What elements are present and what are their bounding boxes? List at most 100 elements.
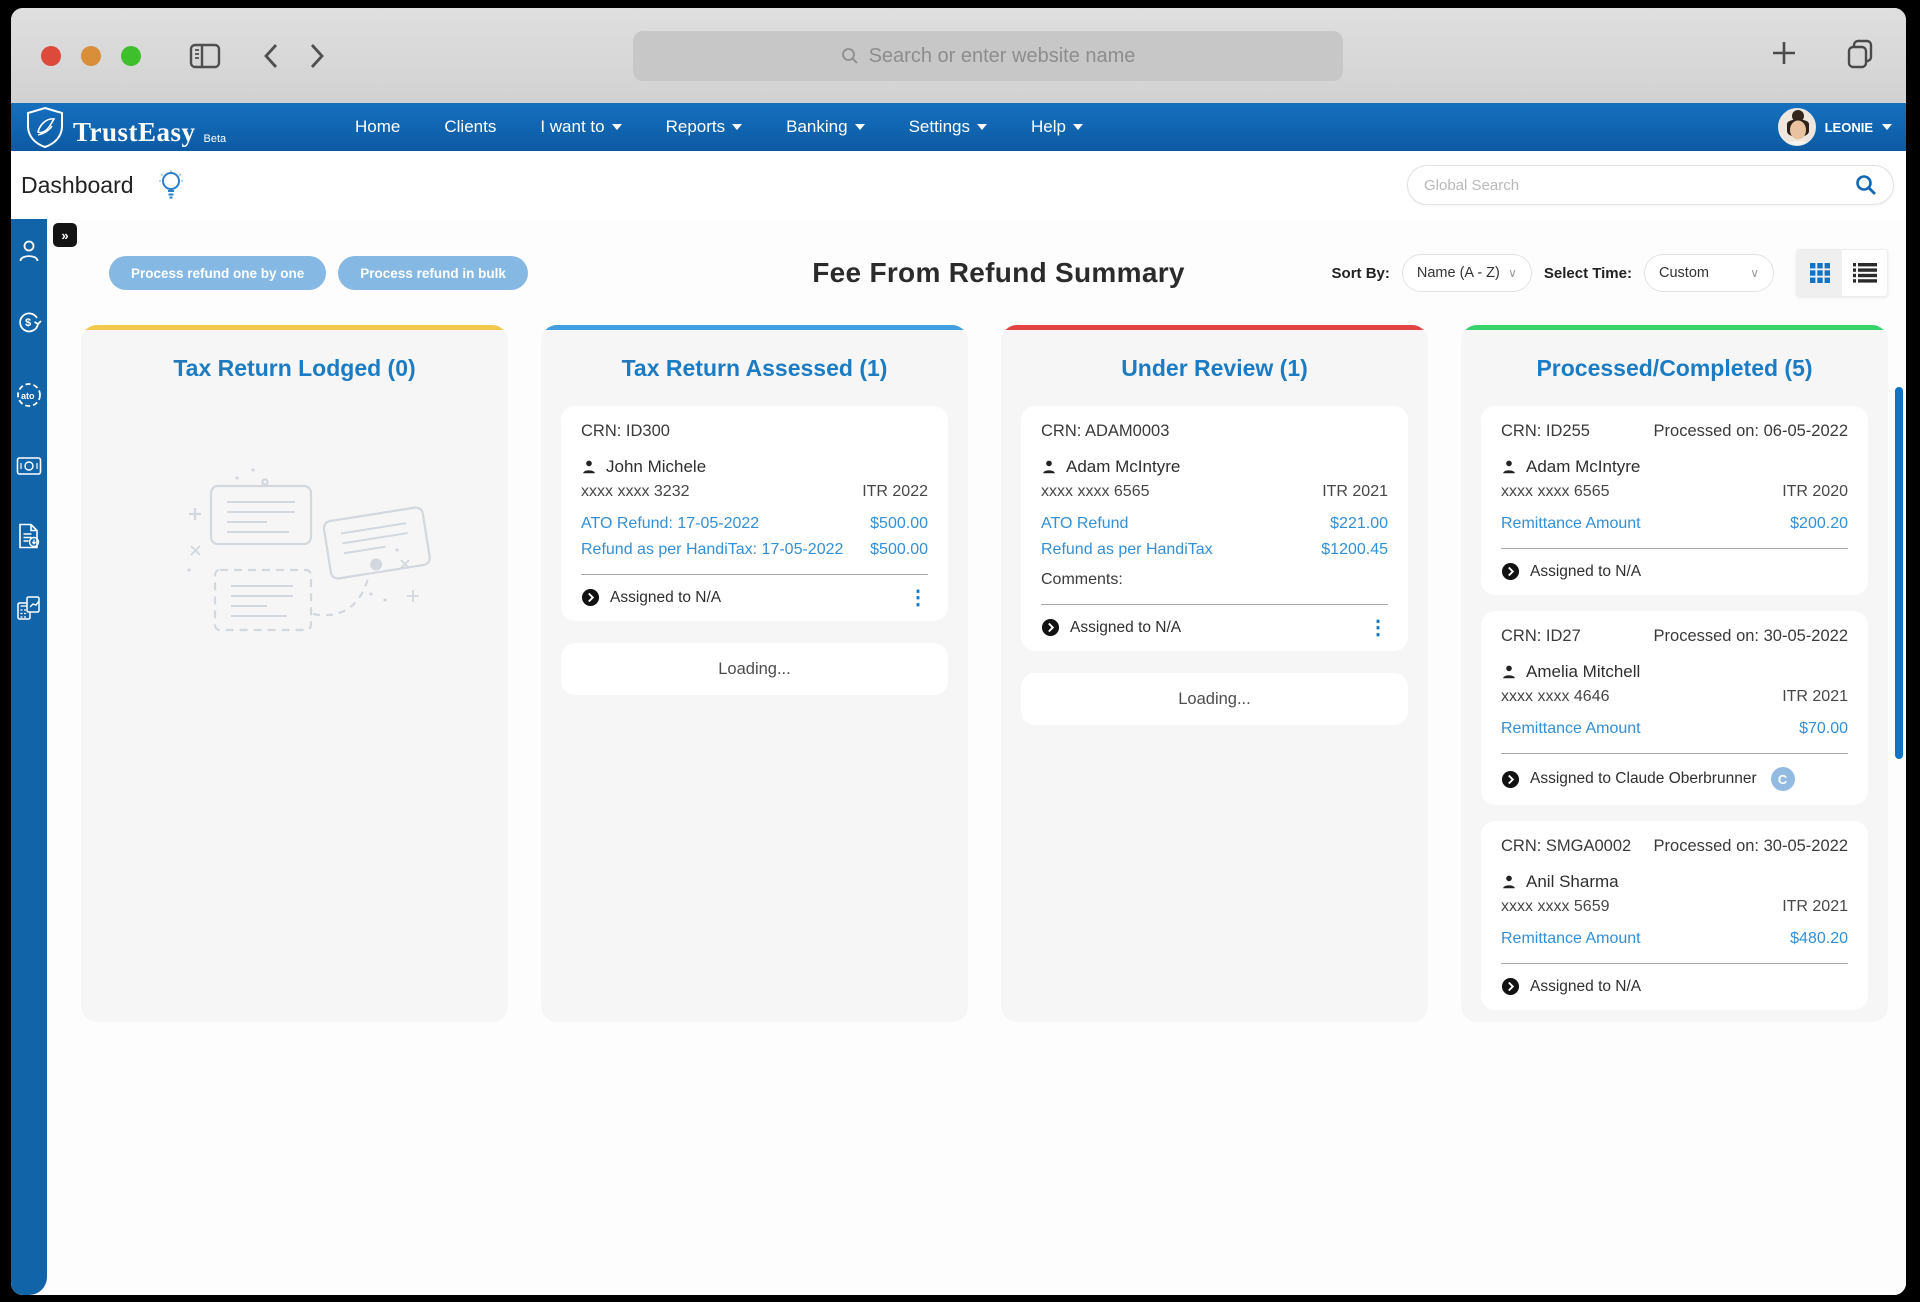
refund-label: ATO Refund: [1041, 515, 1129, 532]
masked-account: xxxx xxxx 4646: [1501, 688, 1610, 705]
search-icon[interactable]: [1855, 174, 1877, 196]
report-download-icon[interactable]: [17, 523, 41, 549]
nav-item-settings[interactable]: Settings: [909, 117, 987, 137]
assign-arrow-icon[interactable]: [581, 588, 600, 607]
divider: [1501, 753, 1848, 754]
nav-item-clients[interactable]: Clients: [444, 117, 496, 137]
refund-card[interactable]: CRN: ID27 Processed on: 30-05-2022 Ameli…: [1481, 611, 1868, 805]
process-refund-in-bulk-button[interactable]: Process refund in bulk: [338, 256, 528, 290]
refund-amount: $500.00: [870, 541, 928, 558]
nav-item-banking[interactable]: Banking: [786, 117, 865, 137]
refund-label: ATO Refund: 17-05-2022: [581, 515, 760, 532]
column-header: Tax Return Assessed (1): [621, 355, 888, 381]
clients-icon[interactable]: [17, 239, 41, 263]
itr-year: ITR 2020: [1782, 483, 1848, 500]
caret-down-icon: [977, 124, 987, 130]
board-toolbar: Process refund one by one Process refund…: [81, 249, 1888, 297]
tax-calculator-icon[interactable]: [16, 595, 42, 621]
nav-item-help[interactable]: Help: [1031, 117, 1083, 137]
person-icon: [1503, 665, 1515, 679]
assign-arrow-icon[interactable]: [1501, 977, 1520, 996]
brand-beta-tag: Beta: [203, 133, 227, 145]
browser-sidebar-toggle-button[interactable]: [187, 41, 223, 71]
remittance-label: Remittance Amount: [1501, 930, 1641, 947]
view-toggle: [1796, 249, 1888, 297]
comments-label: Comments:: [1041, 571, 1123, 588]
crn-value: CRN: ADAM0003: [1041, 422, 1170, 440]
sort-by-select[interactable]: Name (A - Z) ∨: [1401, 254, 1532, 292]
process-refund-one-by-one-button[interactable]: Process refund one by one: [109, 256, 327, 290]
column-tax-return-assessed: Tax Return Assessed (1) CRN: ID300 John …: [541, 325, 968, 1022]
list-view-button[interactable]: [1842, 250, 1887, 296]
person-icon: [1503, 460, 1515, 474]
card-menu-button[interactable]: ⋮: [1368, 618, 1388, 638]
nav-item-home[interactable]: Home: [355, 117, 400, 137]
card-menu-button[interactable]: ⋮: [908, 588, 928, 608]
subheader: Dashboard: [11, 151, 1906, 219]
close-window-button[interactable]: [41, 45, 61, 66]
browser-chrome: Search or enter website name: [11, 8, 1906, 103]
caret-down-icon: [732, 124, 743, 130]
refund-card[interactable]: CRN: ID255 Processed on: 06-05-2022 Adam…: [1481, 406, 1868, 595]
itr-year: ITR 2021: [1782, 688, 1848, 705]
chevron-right-icon: [310, 43, 324, 68]
assignee-avatar-badge: C: [1770, 767, 1795, 791]
zoom-window-button[interactable]: [121, 45, 141, 66]
refund-cycle-icon[interactable]: $: [16, 309, 42, 335]
tabs-icon: [1847, 39, 1873, 69]
global-search-input[interactable]: [1424, 176, 1855, 194]
payments-icon[interactable]: [16, 455, 42, 477]
column-scrollbar[interactable]: [1895, 387, 1903, 759]
masked-account: xxxx xxxx 6565: [1501, 483, 1610, 500]
assign-arrow-icon[interactable]: [1501, 562, 1520, 581]
caret-down-icon: [854, 124, 865, 130]
refund-card[interactable]: CRN: ADAM0003 Adam McIntyre xxxx xxxx 65…: [1021, 406, 1408, 651]
tab-overview-button[interactable]: [1844, 37, 1876, 74]
assigned-to: Assigned to N/A: [610, 588, 722, 606]
chevrons-right-icon: »: [61, 227, 69, 243]
refund-amount: $500.00: [870, 515, 928, 532]
trusteasy-shield-logo-icon: [27, 106, 63, 148]
assign-arrow-icon[interactable]: [1041, 618, 1060, 637]
refund-label: Refund as per HandiTax: 17-05-2022: [581, 541, 844, 558]
itr-year: ITR 2021: [1322, 483, 1388, 500]
refund-label: Refund as per HandiTax: [1041, 541, 1213, 558]
user-menu[interactable]: LEONIE: [1777, 108, 1892, 146]
masked-account: xxxx xxxx 5659: [1501, 898, 1610, 915]
refund-amount: $1200.45: [1321, 541, 1388, 558]
nav-item-reports[interactable]: Reports: [666, 117, 743, 137]
refund-card[interactable]: CRN: ID300 John Michele xxxx xxxx 3232 I…: [561, 406, 948, 621]
masked-account: xxxx xxxx 6565: [1041, 483, 1150, 500]
collapsed-sidebar: $ ato: [11, 219, 47, 1295]
assigned-to: Assigned to Claude Oberbrunner: [1530, 770, 1757, 787]
remittance-amount: $200.20: [1790, 515, 1848, 532]
ato-icon[interactable]: ato: [15, 381, 43, 409]
divider: [1501, 963, 1848, 964]
plus-icon: [1773, 42, 1795, 64]
page-title: Dashboard: [21, 171, 134, 198]
address-bar[interactable]: Search or enter website name: [633, 31, 1343, 81]
processed-on: Processed on: 30-05-2022: [1653, 627, 1848, 645]
column-processed-completed: Processed/Completed (5) CRN: ID255 Proce…: [1461, 325, 1888, 1022]
itr-year: ITR 2021: [1782, 898, 1848, 915]
lightbulb-tip-icon[interactable]: [158, 169, 184, 201]
client-name: Anil Sharma: [1526, 872, 1619, 891]
brand[interactable]: TrustEasy Beta: [25, 106, 355, 148]
grid-icon: [1809, 263, 1830, 283]
sort-by-label: Sort By:: [1331, 264, 1390, 282]
minimize-window-button[interactable]: [81, 45, 101, 66]
chevron-left-icon: [264, 43, 278, 68]
back-button[interactable]: [261, 41, 281, 71]
itr-year: ITR 2022: [862, 483, 928, 500]
select-time-select[interactable]: Custom ∨: [1644, 254, 1774, 292]
divider: [581, 574, 928, 575]
new-tab-button[interactable]: [1770, 39, 1798, 72]
sidebar-expand-button[interactable]: »: [53, 223, 77, 247]
client-name: Adam McIntyre: [1526, 457, 1641, 476]
assign-arrow-icon[interactable]: [1501, 770, 1520, 789]
forward-button[interactable]: [307, 41, 327, 71]
nav-item-i-want-to[interactable]: I want to: [540, 117, 622, 137]
refund-card[interactable]: CRN: SMGA0002 Processed on: 30-05-2022 A…: [1481, 821, 1868, 1010]
column-header: Under Review (1): [1121, 355, 1308, 381]
grid-view-button[interactable]: [1797, 250, 1842, 296]
